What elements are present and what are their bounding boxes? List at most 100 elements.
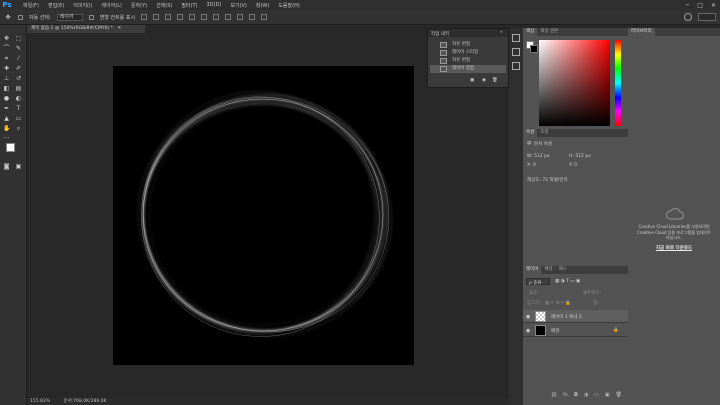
tab-libraries[interactable]: 라이브러리 <box>628 28 655 36</box>
tab-paths[interactable]: 패스 <box>556 266 570 274</box>
history-item-active[interactable]: 레이어 병합 <box>430 65 506 73</box>
new-document-from-state-icon[interactable]: ▣ <box>470 78 474 83</box>
move-tool-icon[interactable]: ✥ <box>3 35 10 42</box>
document-tab-close-icon[interactable]: ✕ <box>117 26 121 31</box>
transform-controls-checkbox[interactable] <box>88 14 94 20</box>
lock-icons[interactable]: ▦ ✐ ✥ ⌗ 🔒 <box>545 300 571 306</box>
layer-filter-icons[interactable]: ▦ ◑ T ▭ ▣ <box>555 279 580 284</box>
new-layer-icon[interactable]: ▣ <box>605 390 610 400</box>
pen-tool-icon[interactable]: ✒ <box>3 105 10 112</box>
more-tools-icon[interactable]: ··· <box>3 135 10 142</box>
shape-tool-icon[interactable]: ▭ <box>15 115 22 122</box>
add-mask-icon[interactable]: ◘ <box>574 390 578 400</box>
history-panel-title[interactable]: 작업 내역 <box>431 31 449 37</box>
menu-file[interactable]: 파일(F) <box>23 2 39 9</box>
menu-layer[interactable]: 레이어(L) <box>101 2 122 9</box>
clone-stamp-icon[interactable]: ⊥ <box>3 75 10 82</box>
tab-properties[interactable]: 속성 <box>523 129 538 137</box>
menu-select[interactable]: 선택(S) <box>156 2 172 9</box>
canvas[interactable] <box>113 66 414 365</box>
tab-color[interactable]: 색상 <box>523 28 538 36</box>
menu-type[interactable]: 문자(Y) <box>131 2 147 9</box>
adjustment-layer-icon[interactable]: ◑ <box>584 390 588 400</box>
history-item[interactable]: 자유 변형 <box>430 57 506 65</box>
3d-pan-icon[interactable] <box>261 14 268 20</box>
tab-adjustments[interactable]: 조정 <box>537 129 551 137</box>
layer-row[interactable]: ◉ 레이어 1 복사 2 <box>523 310 628 323</box>
blur-tool-icon[interactable]: ● <box>3 95 10 102</box>
minimize-button[interactable]: ─ <box>686 2 690 9</box>
close-button[interactable]: ✕ <box>711 2 716 9</box>
link-layers-icon[interactable]: ⛓ <box>551 390 557 400</box>
history-panel-collapse-icon[interactable]: « <box>500 30 503 35</box>
align-bottom-icon[interactable] <box>165 14 172 20</box>
gradient-tool-icon[interactable]: ▤ <box>15 85 22 92</box>
3d-mode-icon[interactable] <box>237 14 244 20</box>
hue-slider[interactable] <box>615 40 621 126</box>
dodge-tool-icon[interactable]: ◐ <box>15 95 22 102</box>
menu-3d[interactable]: 3D(D) <box>207 2 222 8</box>
history-item[interactable]: 레이어 스타일 <box>430 49 506 57</box>
tab-channels[interactable]: 채널 <box>541 266 555 274</box>
quick-select-tool-icon[interactable]: ✎ <box>15 45 22 52</box>
delete-layer-icon[interactable]: 🗑 <box>616 390 622 400</box>
visibility-eye-icon[interactable]: ◉ <box>526 314 530 320</box>
eyedropper-tool-icon[interactable]: ⁄ <box>15 55 22 62</box>
character-dock-icon[interactable] <box>512 62 520 70</box>
zoom-tool-icon[interactable]: ⌕ <box>15 125 22 132</box>
layer-name[interactable]: 배경 <box>551 328 559 334</box>
screen-mode-icon[interactable]: ▣ <box>15 163 22 170</box>
y-field[interactable]: Y: 0 <box>569 163 577 168</box>
history-brush-icon[interactable]: ↺ <box>15 75 22 82</box>
eraser-tool-icon[interactable]: ◧ <box>3 85 10 92</box>
menu-help[interactable]: 도움말(H) <box>278 2 299 9</box>
height-field[interactable]: H: 512 px <box>569 154 591 159</box>
brush-tool-icon[interactable]: ✐ <box>15 65 22 72</box>
menu-view[interactable]: 보기(V) <box>230 2 247 9</box>
quick-mask-icon[interactable]: ◙ <box>3 163 10 170</box>
document-tab[interactable]: 제목 없음-1 @ 156%(RGB/8#/CMYK) * ✕ <box>27 25 145 33</box>
document-size-info[interactable]: 문서:768.0K/289.0K <box>63 399 106 404</box>
distribute-center-icon[interactable] <box>225 14 232 20</box>
color-background-swatch[interactable] <box>530 45 538 53</box>
menu-window[interactable]: 창(W) <box>256 2 269 9</box>
layer-name[interactable]: 레이어 1 복사 2 <box>551 314 582 320</box>
properties-dock-icon[interactable] <box>512 48 520 56</box>
width-field[interactable]: W: 512 px <box>527 154 550 159</box>
delete-state-icon[interactable]: 🗑 <box>492 78 498 83</box>
align-right-icon[interactable] <box>201 14 208 20</box>
tab-layers[interactable]: 레이어 <box>523 266 542 274</box>
download-now-link[interactable]: 지금 바로 다운로드 <box>630 245 718 251</box>
3d-rotate-icon[interactable] <box>249 14 256 20</box>
foreground-color-swatch[interactable] <box>6 143 15 152</box>
move-tool-preset-icon[interactable]: ✥ <box>4 14 12 21</box>
crop-tool-icon[interactable]: ⌗ <box>3 55 10 62</box>
menu-filter[interactable]: 필터(T) <box>181 2 197 9</box>
x-field[interactable]: X: 0 <box>527 163 536 168</box>
marquee-tool-icon[interactable]: ⬚ <box>15 35 22 42</box>
align-center-icon[interactable] <box>189 14 196 20</box>
lasso-tool-icon[interactable]: ⌒ <box>3 45 10 52</box>
align-middle-icon[interactable] <box>153 14 160 20</box>
distribute-icon[interactable] <box>213 14 220 20</box>
layer-filter-dropdown[interactable]: ρ 종류 <box>526 278 550 286</box>
history-item[interactable]: 자유 변형 <box>430 41 506 49</box>
align-top-icon[interactable] <box>141 14 148 20</box>
visibility-eye-icon[interactable]: ◉ <box>526 328 530 334</box>
maximize-button[interactable]: □ <box>697 2 703 9</box>
blend-mode-dropdown[interactable]: 표준 <box>529 290 537 296</box>
auto-select-dropdown[interactable]: 레이어 <box>56 13 83 21</box>
type-tool-icon[interactable]: T <box>15 105 22 112</box>
new-snapshot-icon[interactable]: ◉ <box>482 78 486 83</box>
search-icon[interactable] <box>684 13 692 21</box>
hand-tool-icon[interactable]: ✋ <box>3 125 10 132</box>
color-picker-field[interactable] <box>539 40 610 126</box>
layer-row[interactable]: ◉ 배경 🔒 <box>523 324 628 337</box>
new-group-icon[interactable]: ▭ <box>594 390 599 400</box>
history-dock-icon[interactable] <box>512 34 520 42</box>
auto-select-checkbox[interactable] <box>18 14 23 20</box>
healing-brush-icon[interactable]: ✚ <box>3 65 10 72</box>
path-select-icon[interactable]: ▲ <box>3 115 10 122</box>
zoom-level[interactable]: 155.83% <box>30 399 50 404</box>
align-left-icon[interactable] <box>177 14 184 20</box>
